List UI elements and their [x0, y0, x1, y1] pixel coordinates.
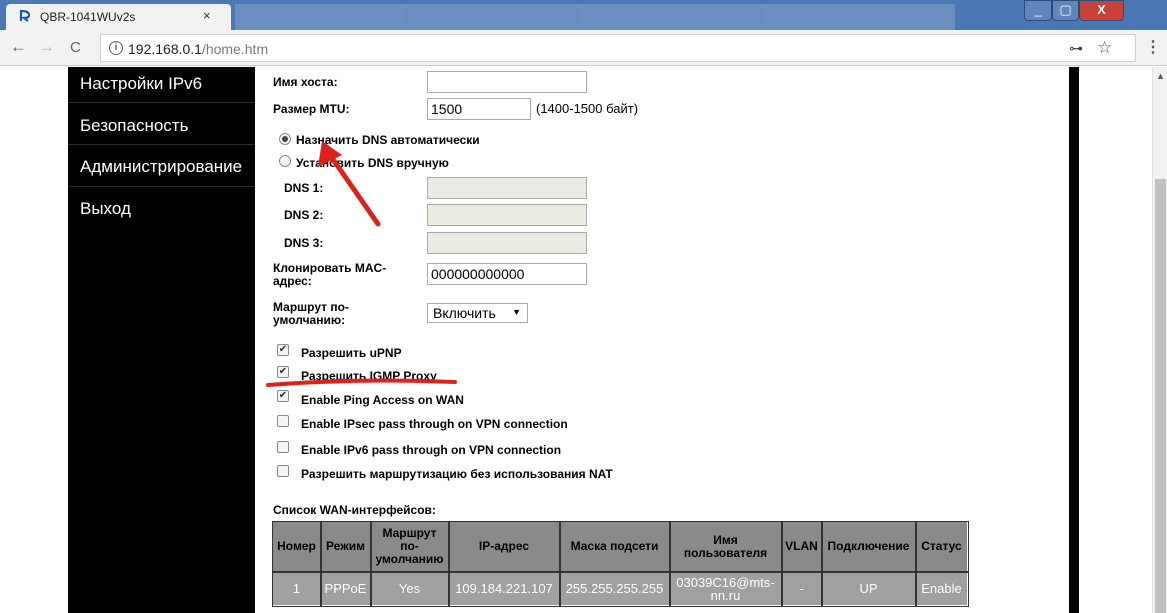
forward-icon[interactable]: →: [38, 37, 55, 57]
url-text: 192.168.0.1/home.htm: [128, 41, 269, 57]
vertical-scrollbar[interactable]: ▲: [1152, 67, 1167, 613]
browser-tab-active[interactable]: QBR-1041WUv2s ×: [6, 4, 231, 30]
tab-title: QBR-1041WUv2s: [40, 10, 136, 24]
close-window-button[interactable]: X: [1079, 0, 1124, 21]
browser-tab[interactable]: [235, 4, 405, 30]
tab-close-icon[interactable]: ×: [203, 8, 211, 23]
browser-tab[interactable]: [400, 4, 585, 30]
annotation-overlay: [266, 141, 457, 387]
browser-menu-icon[interactable]: ⋮: [1145, 37, 1161, 57]
browser-toolbar: ← → C i 192.168.0.1/home.htm ⊶ ☆ ⋮: [0, 30, 1167, 66]
scrollbar-thumb[interactable]: [1155, 179, 1166, 613]
browser-titlebar: QBR-1041WUv2s × _ ▢ X: [0, 0, 1167, 30]
red-arrow-annotation: [318, 141, 381, 227]
browser-tab[interactable]: [580, 4, 770, 30]
router-favicon-icon: [19, 9, 31, 22]
maximize-button[interactable]: ▢: [1052, 0, 1079, 21]
browser-tab[interactable]: [765, 4, 955, 30]
back-icon[interactable]: ←: [10, 37, 27, 57]
minimize-button[interactable]: _: [1024, 0, 1052, 21]
page-viewport: Настройки IPv6 Безопасность Администриро…: [0, 67, 1152, 613]
red-underline-annotation: [266, 378, 457, 387]
reload-icon[interactable]: C: [70, 39, 81, 56]
key-icon[interactable]: ⊶: [1069, 40, 1083, 57]
bookmark-star-icon[interactable]: ☆: [1097, 38, 1112, 58]
info-icon[interactable]: i: [109, 41, 123, 55]
scroll-up-icon[interactable]: ▲: [1156, 71, 1165, 81]
address-bar[interactable]: i 192.168.0.1/home.htm ⊶ ☆: [100, 34, 1136, 62]
